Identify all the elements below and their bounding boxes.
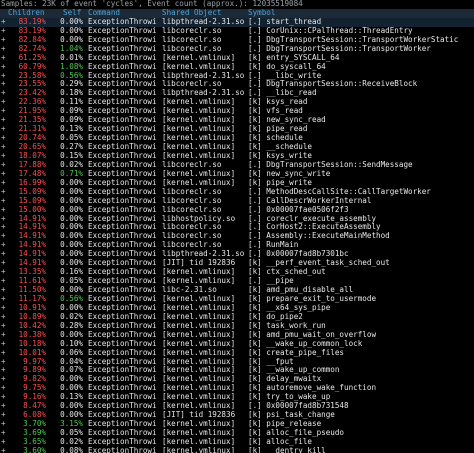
expand-toggle[interactable]: + — [1, 446, 6, 453]
table-row[interactable]: +3.60% 0.08% ExceptionThrowi [kernel.vmlinu… — [0, 445, 474, 453]
self-percent: 0.08% — [60, 445, 83, 453]
children-percent: 3.60% — [23, 445, 46, 453]
symbol-list: +83.19% 0.00% ExceptionThrowi libpthread-2.… — [0, 17, 474, 453]
perf-report-terminal: Samples: 23K of event 'cycles', Event co… — [0, 0, 474, 453]
symbol-cell: [k] __dentry_kill — [248, 445, 326, 453]
command-cell: ExceptionThrowi — [88, 445, 157, 453]
shared-object-cell: [kernel.vmlinux] — [162, 445, 236, 453]
